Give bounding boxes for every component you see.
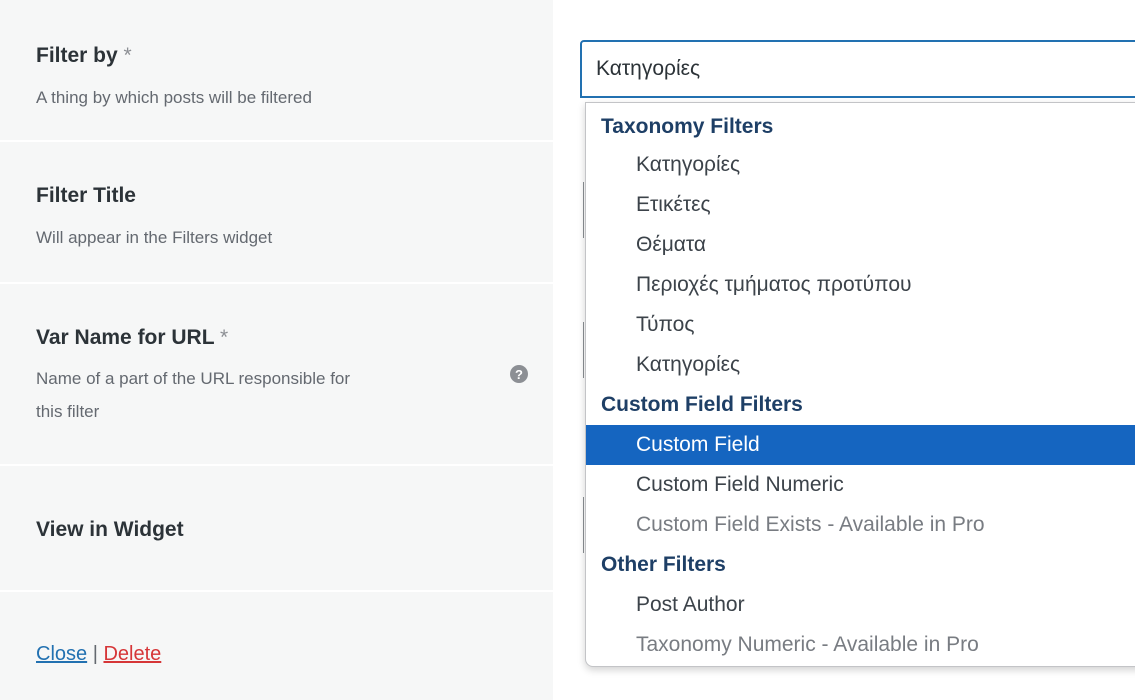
filter-by-select[interactable]: Κατηγορίες — [580, 40, 1135, 98]
filter-by-dropdown: Taxonomy Filters Κατηγορίες Ετικέτες Θέμ… — [585, 102, 1135, 667]
dropdown-option-disabled: Custom Field Exists - Available in Pro — [636, 513, 985, 536]
dropdown-option[interactable]: Τύπος — [586, 305, 1135, 345]
filter-title-row: Filter Title Will appear in the Filters … — [0, 142, 553, 284]
row-actions: Close | Delete — [36, 643, 161, 666]
filter-by-description: A thing by which posts will be filtered — [36, 88, 312, 107]
dropdown-option[interactable]: Κατηγορίες — [586, 145, 1135, 185]
delete-link[interactable]: Delete — [103, 643, 161, 665]
filter-title-label: Filter Title — [36, 184, 136, 207]
dropdown-option[interactable]: Κατηγορίες — [586, 345, 1135, 385]
view-in-widget-row: View in Widget — [0, 466, 553, 592]
group-custom-field-filters: Custom Field Filters — [601, 393, 803, 416]
var-name-row: Var Name for URL * Name of a part of the… — [0, 284, 553, 466]
form-labels-column: Filter by * A thing by which posts will … — [0, 0, 553, 700]
dropdown-option[interactable]: Post Author — [586, 585, 1135, 625]
dropdown-option[interactable]: Περιοχές τμήματος προτύπου — [586, 265, 1135, 305]
var-name-description: Name of a part of the URL responsible fo… — [36, 369, 351, 421]
dropdown-option[interactable]: Θέματα — [586, 225, 1135, 265]
group-other-filters: Other Filters — [601, 553, 726, 576]
required-marker: * — [220, 326, 229, 349]
filter-title-description: Will appear in the Filters widget — [36, 228, 273, 247]
link-separator: | — [92, 643, 98, 665]
view-in-widget-label: View in Widget — [36, 518, 184, 541]
filter-by-label: Filter by * — [36, 44, 132, 67]
dropdown-option[interactable]: Custom Field Numeric — [586, 465, 1135, 505]
group-taxonomy-filters: Taxonomy Filters — [601, 115, 774, 138]
required-marker: * — [123, 44, 132, 67]
help-icon[interactable]: ? — [510, 365, 528, 383]
close-link[interactable]: Close — [36, 643, 87, 665]
dropdown-option[interactable]: Ετικέτες — [586, 185, 1135, 225]
var-name-label: Var Name for URL * — [36, 326, 229, 349]
dropdown-option-selected[interactable]: Custom Field — [586, 425, 1135, 465]
filter-by-row: Filter by * A thing by which posts will … — [0, 0, 553, 142]
dropdown-option-disabled: Taxonomy Numeric - Available in Pro — [636, 633, 979, 656]
